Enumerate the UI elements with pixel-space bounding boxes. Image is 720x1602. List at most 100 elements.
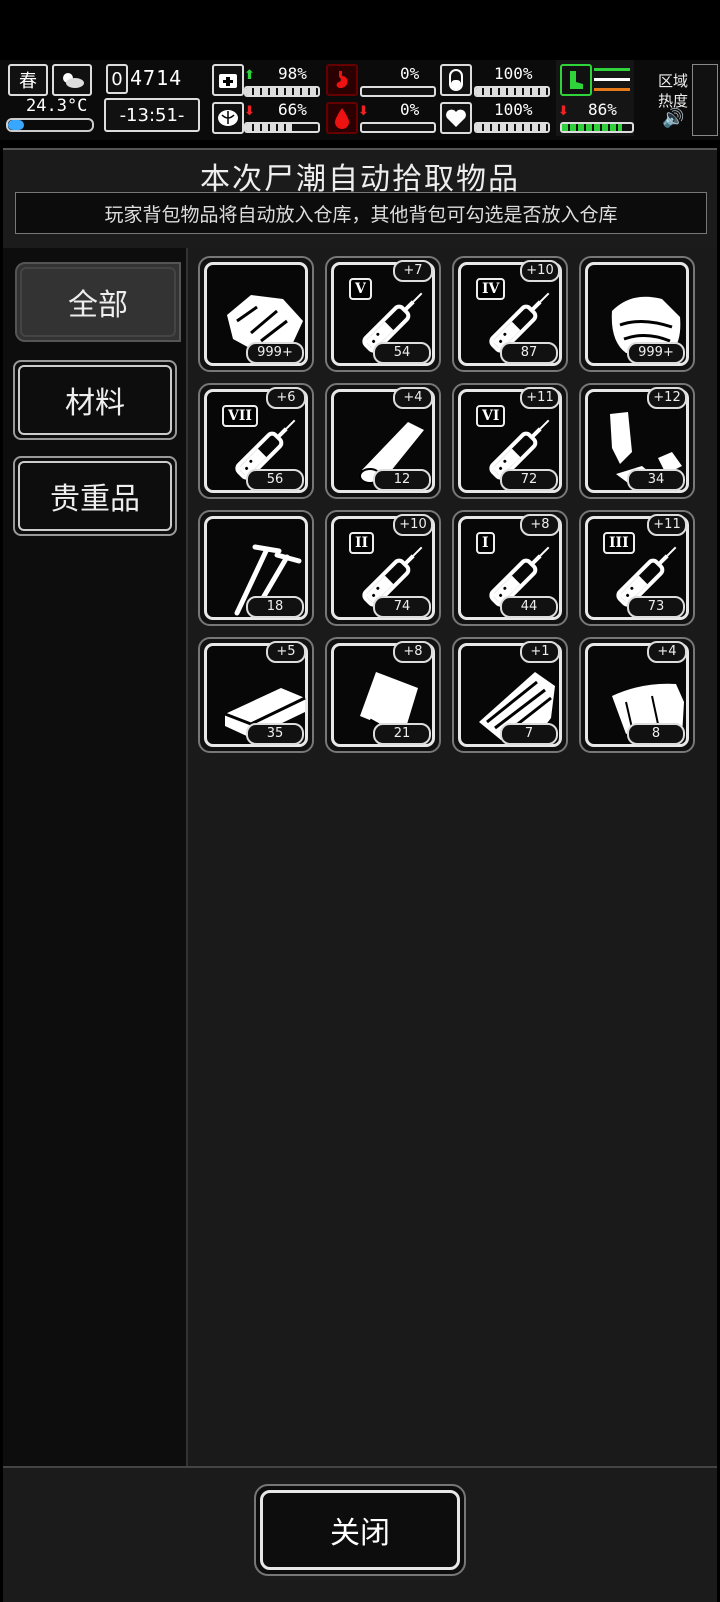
blood-bar: [360, 122, 436, 133]
close-button-label: 关闭: [330, 1516, 390, 1551]
tier-badge: III: [603, 532, 635, 554]
health-value: 98%: [278, 64, 307, 83]
status-bar: 春 24.3°C 0 4714 -13:51- ⬆ 98% 0% 100% ⬇ …: [0, 60, 720, 140]
blood-value: 0%: [400, 100, 420, 119]
bonus-badge: +4: [647, 641, 687, 663]
category-sidebar: 全部 材料 贵重品: [3, 248, 188, 1466]
brain-icon: [212, 102, 244, 134]
tier-badge: V: [349, 278, 372, 300]
stomach-icon: [326, 64, 358, 96]
day-counter: 4714: [130, 66, 183, 90]
item-count: 72: [500, 469, 558, 491]
item-count: 999+: [627, 342, 685, 364]
season-label: 春: [19, 71, 37, 92]
tab-all[interactable]: 全部: [15, 262, 181, 342]
day-digit: 0: [106, 64, 128, 94]
stomach-bar: [360, 86, 436, 97]
panel-subtitle: 玩家背包物品将自动放入仓库，其他背包可勾选是否放入仓库: [15, 192, 707, 234]
pill-icon: [440, 64, 472, 96]
inventory-slot[interactable]: +12 34: [579, 383, 695, 499]
pill-bar: [474, 86, 550, 97]
inventory-slot[interactable]: III +11 73: [579, 510, 695, 626]
inventory-slot[interactable]: 999+: [579, 256, 695, 372]
tab-valuables[interactable]: 贵重品: [13, 456, 177, 536]
inventory-slot[interactable]: VII +6 56: [198, 383, 314, 499]
medkit-icon: [212, 64, 244, 96]
inventory-slot[interactable]: 18: [198, 510, 314, 626]
inventory-slot[interactable]: +5 35: [198, 637, 314, 753]
item-grid: 999+ V +7 54 IV +10 87 999+ VII +6 56 +4 12 VI +11 72 +1…: [188, 248, 717, 1466]
item-count: 999+: [246, 342, 304, 364]
bonus-badge: +8: [520, 514, 560, 536]
bonus-badge: +12: [647, 387, 687, 409]
item-count: 8: [627, 723, 685, 745]
pill-value: 100%: [494, 64, 533, 83]
item-count: 56: [246, 469, 304, 491]
inventory-slot[interactable]: VI +11 72: [452, 383, 568, 499]
weather-icon: [52, 64, 92, 96]
inventory-slot[interactable]: V +7 54: [325, 256, 441, 372]
mental-value: 66%: [278, 100, 307, 119]
tier-badge: VII: [222, 405, 258, 427]
inventory-slot[interactable]: 999+: [198, 256, 314, 372]
tier-badge: VI: [476, 405, 506, 427]
tier-badge: I: [476, 532, 495, 554]
item-count: 34: [627, 469, 685, 491]
thermometer-icon: [6, 118, 94, 132]
heart-icon: [440, 102, 472, 134]
panel-subtitle-text: 玩家背包物品将自动放入仓库，其他背包可勾选是否放入仓库: [104, 203, 618, 226]
bonus-badge: +1: [520, 641, 560, 663]
item-count: 87: [500, 342, 558, 364]
stamina-bar: [560, 122, 634, 133]
temperature-readout: 24.3°C: [26, 96, 88, 116]
bonus-badge: +6: [266, 387, 306, 409]
bonus-badge: +5: [266, 641, 306, 663]
zone-heat-meter: [692, 64, 718, 136]
inventory-slot[interactable]: +4 12: [325, 383, 441, 499]
item-count: 44: [500, 596, 558, 618]
tab-materials[interactable]: 材料: [13, 360, 177, 440]
trend-down-icon: ⬇: [558, 104, 569, 119]
trend-up-icon: ⬆: [244, 68, 255, 83]
item-count: 21: [373, 723, 431, 745]
boot-icon: [560, 64, 592, 96]
inventory-slot[interactable]: I +8 44: [452, 510, 568, 626]
item-count: 73: [627, 596, 685, 618]
bonus-badge: +8: [393, 641, 433, 663]
speaker-icon[interactable]: 🔊: [662, 108, 684, 129]
stomach-value: 0%: [400, 64, 420, 83]
trend-down-icon: ⬇: [358, 104, 369, 119]
item-count: 35: [246, 723, 304, 745]
item-count: 18: [246, 596, 304, 618]
health-bar: [244, 86, 320, 97]
stamina-panel: ⬇ 86%: [556, 60, 634, 136]
mental-bar: [244, 122, 320, 133]
inventory-slot[interactable]: +8 21: [325, 637, 441, 753]
bonus-badge: +11: [647, 514, 687, 536]
trend-down-icon: ⬇: [244, 104, 255, 119]
inventory-slot[interactable]: +1 7: [452, 637, 568, 753]
season-badge: 春: [8, 64, 48, 96]
clock: -13:51-: [104, 98, 200, 132]
heart-bar: [474, 122, 550, 133]
blood-drop-icon: [326, 102, 358, 134]
stamina-value: 86%: [588, 100, 617, 119]
bonus-badge: +4: [393, 387, 433, 409]
item-count: 12: [373, 469, 431, 491]
item-count: 54: [373, 342, 431, 364]
item-count: 7: [500, 723, 558, 745]
day-digit-label: 0: [111, 68, 123, 90]
close-button[interactable]: 关闭: [254, 1484, 466, 1576]
bonus-badge: +7: [393, 260, 433, 282]
tier-badge: II: [349, 532, 375, 554]
heart-value: 100%: [494, 100, 533, 119]
inventory-slot[interactable]: +4 8: [579, 637, 695, 753]
clock-label: -13:51-: [119, 104, 185, 126]
tier-badge: IV: [476, 278, 506, 300]
item-count: 74: [373, 596, 431, 618]
zone-heat-label-1: 区域: [658, 72, 689, 90]
bonus-badge: +10: [393, 514, 433, 536]
bonus-badge: +11: [520, 387, 560, 409]
inventory-slot[interactable]: II +10 74: [325, 510, 441, 626]
inventory-slot[interactable]: IV +10 87: [452, 256, 568, 372]
